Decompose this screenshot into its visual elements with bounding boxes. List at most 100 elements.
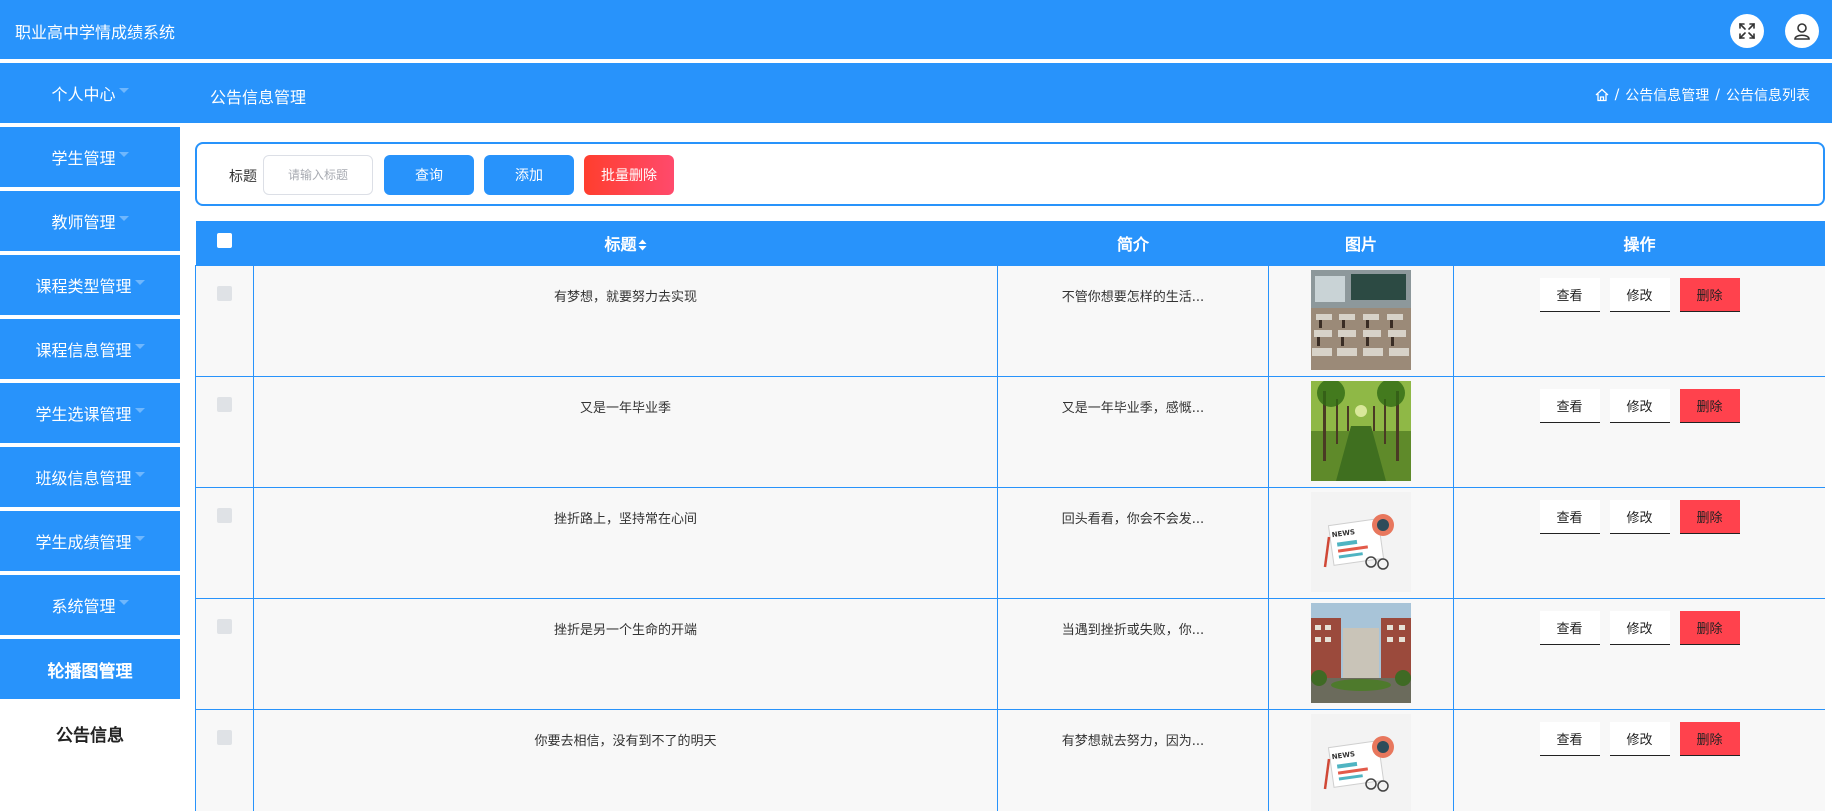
select-all-header (195, 221, 254, 265)
delete-button[interactable]: 删除 (1679, 610, 1740, 645)
column-header-title[interactable]: 标题 (253, 221, 998, 265)
delete-button[interactable]: 删除 (1679, 277, 1740, 312)
view-button[interactable]: 查看 (1539, 388, 1600, 423)
cell-title: 又是一年毕业季 (253, 375, 998, 488)
sidebar-item-label: 班级信息管理 (35, 469, 132, 488)
sidebar-item-label: 轮播图管理 (47, 661, 133, 682)
caret-down-icon (118, 87, 129, 93)
title-filter-label: 标题 (229, 169, 257, 185)
page-title: 公告信息管理 (210, 88, 307, 107)
sidebar-item-notice-info[interactable]: 公告信息 (0, 703, 180, 763)
view-button[interactable]: 查看 (1539, 610, 1600, 645)
sidebar-item-teacher-management[interactable]: 教师管理 (0, 191, 180, 251)
row-actions: 查看 修改 删除 (1454, 721, 1825, 756)
select-all-checkbox[interactable] (216, 233, 232, 249)
row-actions: 查看 修改 删除 (1454, 277, 1825, 312)
news-illustration[interactable]: NEWS (1311, 713, 1411, 811)
sidebar-item-carousel-management[interactable]: 轮播图管理 (0, 639, 180, 699)
table-row: 又是一年毕业季 又是一年毕业季，感慨... 查看 修改 删除 (195, 375, 1825, 488)
sidebar-item-score-management[interactable]: 学生成绩管理 (0, 511, 180, 571)
caret-down-icon (134, 343, 145, 349)
breadcrumb-item-notice-list: 公告信息列表 (1726, 88, 1810, 104)
sidebar-item-personal-center[interactable]: 个人中心 (0, 63, 180, 123)
notice-table: 标题 简介 图片 操作 有梦想，就要努力去实现 不管你想要怎样的生活... 查看… (195, 221, 1825, 811)
sidebar-item-student-management[interactable]: 学生管理 (0, 127, 180, 187)
sort-icon[interactable] (638, 238, 647, 252)
sidebar-item-label: 个人中心 (51, 85, 116, 104)
sidebar-item-label: 课程信息管理 (35, 341, 132, 360)
edit-button[interactable]: 修改 (1609, 388, 1670, 423)
delete-button[interactable]: 删除 (1679, 388, 1740, 423)
edit-button[interactable]: 修改 (1609, 277, 1670, 312)
row-checkbox[interactable] (217, 507, 232, 523)
sidebar-item-course-selection-management[interactable]: 学生选课管理 (0, 383, 180, 443)
table-header-row: 标题 简介 图片 操作 (195, 221, 1825, 265)
title-search-input[interactable] (263, 155, 373, 195)
sidebar-item-label: 系统管理 (51, 597, 116, 616)
sidebar-item-label: 教师管理 (51, 213, 116, 232)
app-title: 职业高中学情成绩系统 (15, 23, 176, 42)
sidebar-item-label: 学生选课管理 (35, 405, 132, 424)
breadcrumb-separator: / (1614, 87, 1620, 103)
view-button[interactable]: 查看 (1539, 721, 1600, 756)
fullscreen-button[interactable] (1730, 14, 1764, 48)
add-button[interactable]: 添加 (484, 155, 574, 195)
row-actions: 查看 修改 删除 (1454, 610, 1825, 645)
view-button[interactable]: 查看 (1539, 499, 1600, 534)
delete-button[interactable]: 删除 (1679, 721, 1740, 756)
caret-down-icon (134, 279, 145, 285)
sidebar-item-label: 课程类型管理 (35, 277, 132, 296)
user-menu-button[interactable] (1785, 14, 1819, 48)
sidebar-item-class-info-management[interactable]: 班级信息管理 (0, 447, 180, 507)
tree-lined-path-photo[interactable] (1311, 380, 1411, 481)
cell-intro: 回头看看，你会不会发... (997, 486, 1269, 599)
row-checkbox[interactable] (217, 618, 232, 634)
column-header-intro: 简介 (997, 221, 1269, 265)
breadcrumb-item-notice-management[interactable]: 公告信息管理 (1625, 85, 1709, 105)
table-row: 有梦想，就要努力去实现 不管你想要怎样的生活... 查看 修改 删除 (195, 264, 1825, 377)
cell-intro: 有梦想就去努力，因为... (997, 708, 1269, 811)
user-icon (1794, 23, 1810, 40)
classroom-photo[interactable] (1311, 269, 1411, 370)
sidebar-item-course-info-management[interactable]: 课程信息管理 (0, 319, 180, 379)
search-panel: 标题 查询 添加 批量删除 (195, 142, 1825, 206)
row-actions: 查看 修改 删除 (1454, 388, 1825, 423)
batch-delete-button[interactable]: 批量删除 (584, 155, 674, 195)
row-checkbox[interactable] (217, 396, 232, 412)
home-icon[interactable] (1595, 88, 1609, 102)
query-button[interactable]: 查询 (384, 155, 474, 195)
cell-intro: 当遇到挫折或失败，你... (997, 597, 1269, 710)
top-bar: 职业高中学情成绩系统 (0, 0, 1832, 59)
caret-down-icon (134, 471, 145, 477)
sidebar-item-course-type-management[interactable]: 课程类型管理 (0, 255, 180, 315)
row-checkbox[interactable] (217, 729, 232, 745)
cell-title: 挫折路上，坚持常在心间 (253, 486, 998, 599)
caret-down-icon (134, 535, 145, 541)
sidebar-item-label: 公告信息 (56, 725, 124, 746)
table-row: 你要去相信，没有到不了的明天 有梦想就去努力，因为... NEWS 查看 修改 … (195, 708, 1825, 811)
cell-title: 有梦想，就要努力去实现 (253, 264, 998, 377)
edit-button[interactable]: 修改 (1609, 610, 1670, 645)
breadcrumb-separator: / (1715, 87, 1720, 103)
row-checkbox[interactable] (217, 285, 232, 301)
caret-down-icon (118, 215, 129, 221)
row-actions: 查看 修改 删除 (1454, 499, 1825, 534)
campus-building-photo[interactable] (1311, 602, 1411, 703)
edit-button[interactable]: 修改 (1609, 721, 1670, 756)
column-header-actions: 操作 (1453, 221, 1825, 265)
cell-title: 挫折是另一个生命的开端 (253, 597, 998, 710)
edit-button[interactable]: 修改 (1609, 499, 1670, 534)
column-header-image: 图片 (1268, 221, 1454, 265)
column-header-label: 标题 (604, 234, 637, 254)
news-illustration[interactable]: NEWS (1311, 491, 1411, 592)
delete-button[interactable]: 删除 (1679, 499, 1740, 534)
view-button[interactable]: 查看 (1539, 277, 1600, 312)
sidebar-item-label: 学生管理 (51, 149, 116, 168)
sidebar-item-label: 学生成绩管理 (35, 533, 132, 552)
table-row: 挫折是另一个生命的开端 当遇到挫折或失败，你... 查看 修改 删除 (195, 597, 1825, 710)
cell-intro: 不管你想要怎样的生活... (997, 264, 1269, 377)
sidebar-item-system-management[interactable]: 系统管理 (0, 575, 180, 635)
caret-down-icon (134, 407, 145, 413)
expand-icon (1739, 23, 1755, 39)
sidebar: 个人中心 学生管理 教师管理 课程类型管理 课程信息管理 学生选课管理 班级信息… (0, 63, 180, 811)
